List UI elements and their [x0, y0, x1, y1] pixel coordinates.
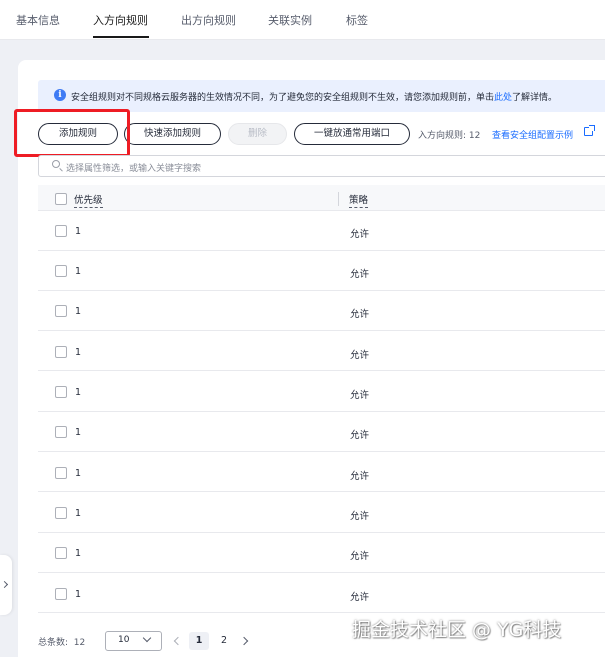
row-checkbox[interactable] [55, 547, 67, 559]
watermark-text: 掘金技术社区 @ YG科技 [352, 619, 562, 641]
row-policy: 允许 [350, 390, 370, 401]
row-policy: 允许 [350, 551, 370, 562]
table-row [38, 211, 605, 251]
row-policy: 允许 [350, 309, 370, 320]
tab-outbound-rules[interactable]: 出方向规则 [181, 12, 236, 28]
row-priority: 1 [75, 427, 82, 438]
row-checkbox[interactable] [55, 346, 67, 358]
active-tab-indicator [93, 36, 149, 38]
table-row [38, 452, 605, 492]
table-row [38, 251, 605, 291]
info-icon: i [54, 89, 66, 101]
page-2-button[interactable]: 2 [214, 632, 234, 650]
column-header-policy[interactable]: 策略 [349, 192, 369, 208]
row-policy: 允许 [350, 511, 370, 522]
table-row [38, 372, 605, 412]
page-size-value: 10 [118, 635, 130, 645]
search-icon [52, 160, 60, 168]
row-priority: 1 [75, 548, 82, 559]
row-policy: 允许 [350, 592, 370, 603]
select-all-checkbox[interactable] [55, 193, 67, 205]
total-count: 总条数: 12 [38, 638, 86, 648]
row-checkbox[interactable] [55, 467, 67, 479]
column-header-priority[interactable]: 优先级 [74, 192, 103, 208]
table-row [38, 573, 605, 613]
tab-inbound-rules[interactable]: 入方向规则 [93, 12, 148, 28]
open-common-ports-button[interactable]: 一键放通常用端口 [294, 123, 410, 145]
row-checkbox[interactable] [55, 426, 67, 438]
column-separator [338, 192, 339, 206]
delete-button[interactable]: 删除 [228, 123, 287, 145]
table-row [38, 533, 605, 573]
alert-details-link[interactable]: 此处 [494, 93, 512, 103]
table-row [38, 331, 605, 371]
row-priority: 1 [75, 266, 82, 277]
row-checkbox[interactable] [55, 386, 67, 398]
external-link-icon[interactable] [584, 125, 595, 136]
row-checkbox[interactable] [55, 305, 67, 317]
row-policy: 允许 [350, 350, 370, 361]
inbound-rule-count: 入方向规则: 12 [418, 131, 481, 141]
page-1-button[interactable]: 1 [189, 632, 209, 650]
row-priority: 1 [75, 306, 82, 317]
row-priority: 1 [75, 387, 82, 398]
tab-basic-info[interactable]: 基本信息 [16, 12, 60, 28]
row-checkbox[interactable] [55, 507, 67, 519]
config-example-link[interactable]: 查看安全组配置示例 [492, 128, 573, 141]
tab-associated-instances[interactable]: 关联实例 [268, 12, 312, 28]
table-row [38, 412, 605, 452]
alert-text: 安全组规则对不同规格云服务器的生效情况不同，为了避免您的安全组规则不生效，请您添… [71, 93, 558, 103]
tab-tags[interactable]: 标签 [346, 12, 368, 28]
row-priority: 1 [75, 347, 82, 358]
row-priority: 1 [75, 226, 82, 237]
row-checkbox[interactable] [55, 225, 67, 237]
row-priority: 1 [75, 589, 82, 600]
row-checkbox[interactable] [55, 588, 67, 600]
table-row [38, 291, 605, 331]
annotation-highlight [14, 109, 130, 157]
row-policy: 允许 [350, 229, 370, 240]
page-size-select[interactable] [105, 631, 162, 651]
row-policy: 允许 [350, 269, 370, 280]
row-priority: 1 [75, 508, 82, 519]
table-header [38, 185, 605, 211]
row-policy: 允许 [350, 430, 370, 441]
row-priority: 1 [75, 468, 82, 479]
table-row [38, 493, 605, 533]
quick-add-rule-button[interactable]: 快速添加规则 [124, 123, 221, 145]
row-checkbox[interactable] [55, 265, 67, 277]
row-policy: 允许 [350, 471, 370, 482]
search-placeholder: 选择属性筛选，或输入关键字搜索 [66, 164, 202, 174]
content-gap [0, 40, 605, 60]
